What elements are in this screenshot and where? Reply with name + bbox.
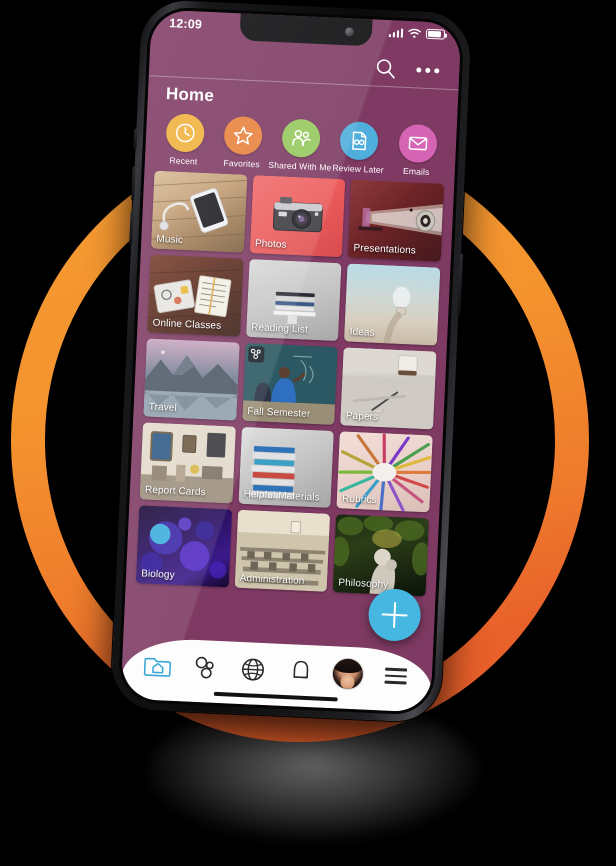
tile-label: Rubrics	[341, 493, 377, 507]
battery-icon	[425, 28, 446, 40]
quick-access-item-review-later[interactable]: Review Later	[329, 121, 388, 176]
phone-bezel: 12:09 Home Recent Favorites Shared With …	[117, 6, 465, 716]
people-icon	[281, 118, 321, 159]
quick-access-label: Favorites	[223, 157, 260, 170]
quick-access-item-shared-with-me[interactable]: Shared With Me	[268, 118, 332, 173]
envelope-icon	[397, 123, 438, 164]
tile-label: Biology	[140, 568, 175, 582]
nav-globe[interactable]	[231, 648, 275, 692]
tile-papers[interactable]: Papers	[340, 347, 437, 430]
connections-icon	[196, 656, 215, 679]
bell-icon	[293, 660, 309, 679]
tile-rubrics[interactable]: Rubrics	[336, 430, 433, 513]
tile-label: Papers	[345, 410, 379, 423]
nav-connections[interactable]	[184, 646, 228, 690]
tile-travel[interactable]: Travel	[143, 338, 240, 421]
document-icon	[339, 121, 380, 161]
nav-home-folder[interactable]	[136, 643, 180, 687]
nav-menu[interactable]	[374, 654, 418, 698]
profile-avatar	[332, 658, 364, 690]
tile-music[interactable]: Music	[150, 170, 248, 253]
tile-label: Music	[156, 233, 184, 246]
signal-bars-icon	[388, 27, 404, 38]
phone-mockup: 12:09 Home Recent Favorites Shared With …	[110, 0, 472, 724]
home-folder-icon	[144, 657, 172, 677]
tile-reading-list[interactable]: Reading List	[245, 258, 342, 341]
shared-badge-icon	[247, 345, 265, 363]
tile-administration[interactable]: Administration	[234, 510, 331, 593]
quick-access-item-favorites[interactable]: Favorites	[213, 115, 272, 170]
nav-profile[interactable]	[326, 652, 370, 696]
quick-access-item-emails[interactable]: Emails	[388, 123, 447, 178]
more-options-icon[interactable]	[416, 66, 440, 73]
screenshot-stage: 12:09 Home Recent Favorites Shared With …	[0, 0, 616, 866]
wifi-icon	[408, 28, 421, 38]
nav-notifications[interactable]	[279, 650, 323, 694]
front-camera-icon	[344, 27, 355, 37]
quick-access-label: Shared With Me	[268, 159, 332, 173]
tile-report-cards[interactable]: Report Cards	[139, 421, 236, 504]
tile-label: Travel	[148, 401, 178, 414]
globe-icon	[242, 658, 265, 681]
quick-access-label: Review Later	[332, 162, 384, 176]
status-time: 12:09	[168, 16, 203, 32]
app-root: 12:09 Home Recent Favorites Shared With …	[120, 9, 462, 713]
hamburger-menu-icon	[384, 667, 408, 685]
phone-screen: 12:09 Home Recent Favorites Shared With …	[120, 9, 462, 713]
tile-photos[interactable]: Photos	[249, 175, 346, 258]
tile-philosophy[interactable]: Philosophy	[332, 514, 429, 597]
folder-grid: Music Photos Presentations Online Classe…	[135, 170, 445, 597]
quick-access-label: Emails	[402, 165, 430, 178]
tile-label: Ideas	[349, 326, 375, 339]
quick-access-label: Recent	[169, 155, 198, 167]
tile-label: Photos	[254, 238, 287, 251]
tile-ideas[interactable]: Ideas	[344, 263, 441, 346]
tile-label: Fall Semester	[247, 405, 311, 420]
search-icon[interactable]	[375, 57, 397, 79]
quick-access-item-recent[interactable]: Recent	[155, 113, 214, 168]
tile-label: Reading List	[250, 321, 309, 336]
tile-label: Philosophy	[338, 577, 389, 591]
star-icon	[223, 115, 263, 156]
tile-online-classes[interactable]: Online Classes	[147, 254, 244, 337]
tile-presentations[interactable]: Presentations	[348, 179, 445, 262]
clock-icon	[164, 113, 205, 153]
tile-biology[interactable]: Biology	[135, 505, 232, 588]
tile-helpful-materials[interactable]: Helpful Materials	[238, 426, 335, 509]
tile-fall-semester[interactable]: Fall Semester	[241, 342, 339, 425]
